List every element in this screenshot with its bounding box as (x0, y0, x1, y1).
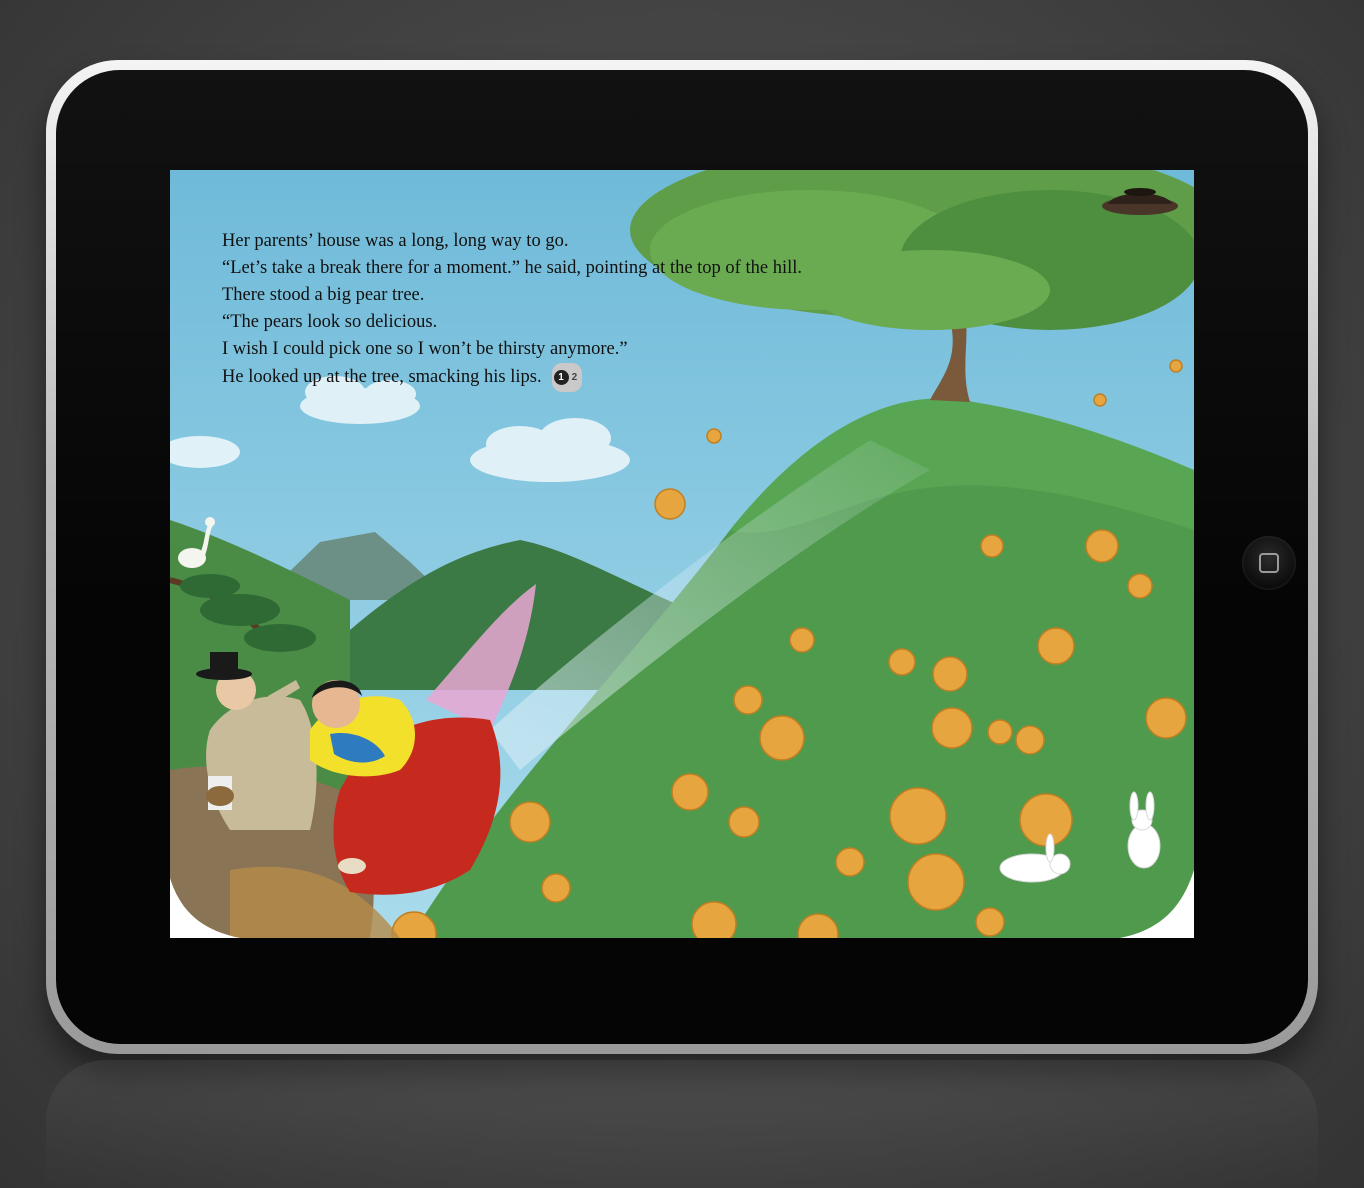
page-total: 2 (571, 372, 578, 383)
story-line: He looked up at the tree, smacking his l… (222, 363, 942, 392)
pot-button[interactable] (1100, 186, 1180, 222)
next-page-curl[interactable] (1124, 870, 1194, 938)
tablet-reflection (46, 1060, 1318, 1188)
page-current: 1 (553, 370, 569, 385)
story-text: Her parents’ house was a long, long way … (222, 228, 942, 392)
previous-page-curl[interactable] (170, 878, 240, 938)
page-indicator[interactable]: 12 (551, 363, 583, 392)
story-line: Her parents’ house was a long, long way … (222, 231, 569, 251)
story-line: There stood a big pear tree. (222, 285, 425, 305)
home-square-icon (1259, 553, 1279, 573)
story-line: I wish I could pick one so I won’t be th… (222, 339, 628, 359)
home-button[interactable] (1242, 536, 1296, 590)
book-page[interactable]: Her parents’ house was a long, long way … (170, 170, 1194, 938)
story-line: “The pears look so delicious. (222, 312, 438, 332)
story-line-text: He looked up at the tree, smacking his l… (222, 367, 542, 387)
story-line: “Let’s take a break there for a moment.”… (222, 258, 802, 278)
